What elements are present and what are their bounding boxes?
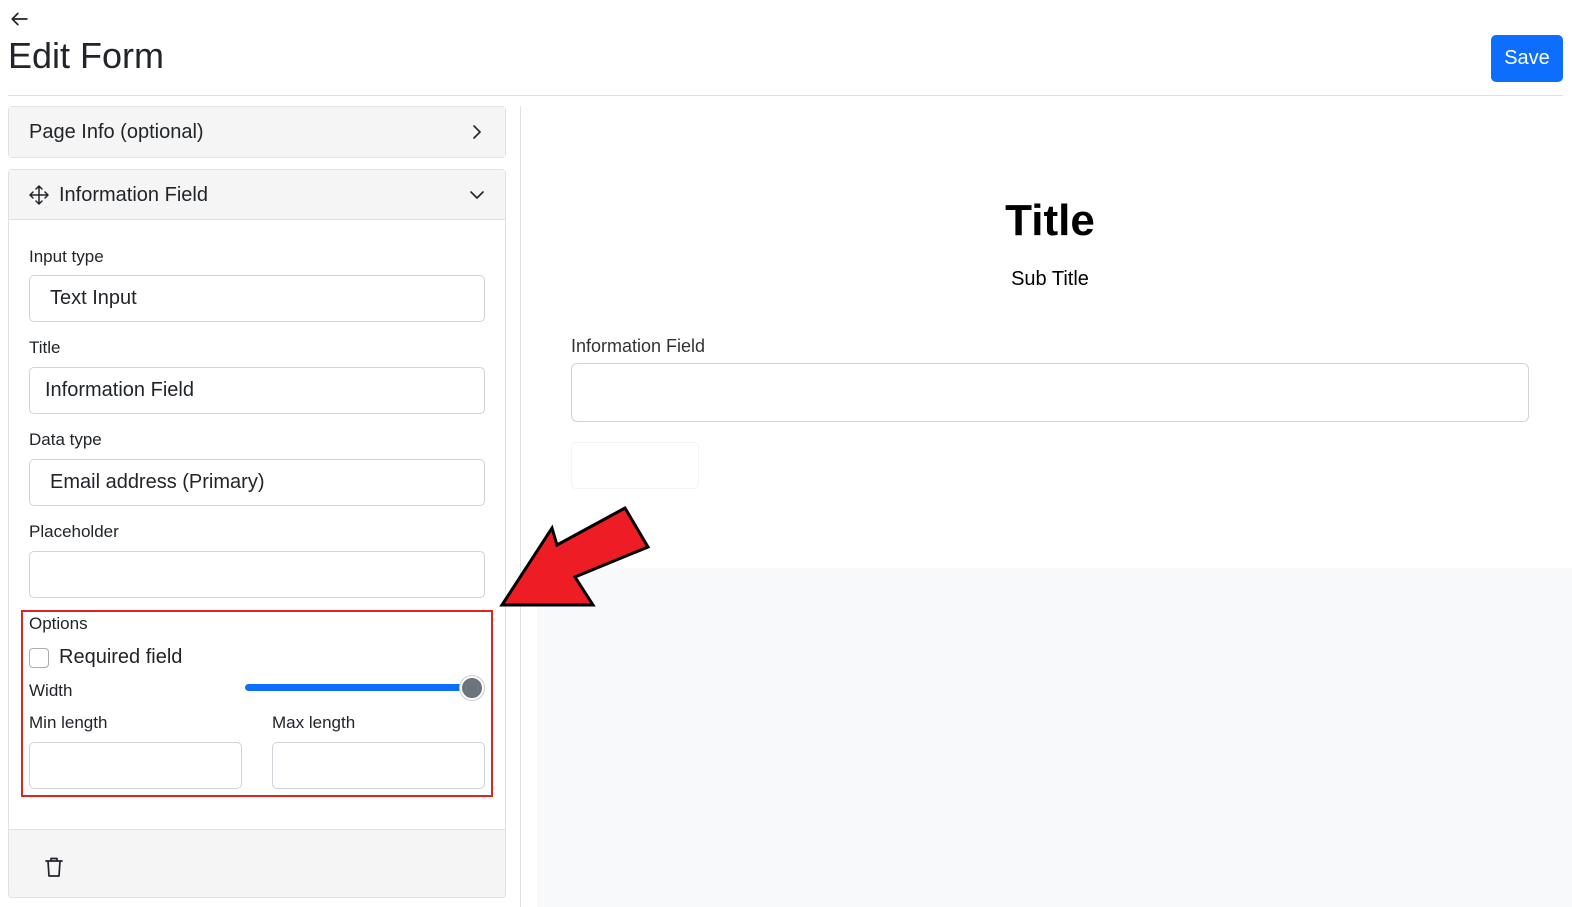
information-field-accordion-header[interactable]: Information Field [9,170,505,220]
annotation-arrow [499,505,651,607]
data-type-label: Data type [29,430,102,449]
title-label: Title [29,338,61,357]
page-info-accordion: Page Info (optional) [8,106,506,158]
required-field-checkbox[interactable] [29,648,49,668]
preview-field-input[interactable] [571,363,1529,422]
save-button[interactable]: Save [1491,35,1563,82]
max-length-input[interactable] [272,742,485,789]
placeholder-input[interactable] [29,551,485,598]
title-input[interactable]: Information Field [29,367,485,414]
preview-title: Title [1005,196,1095,245]
max-length-label: Max length [272,713,356,732]
header-divider [8,95,1563,96]
input-type-label: Input type [29,247,104,266]
input-type-select[interactable]: Text Input [29,275,485,322]
delete-field-button[interactable] [44,856,66,878]
required-field-label: Required field [59,646,183,668]
width-label: Width [29,681,73,700]
page-info-accordion-header[interactable]: Page Info (optional) [9,107,505,157]
width-slider[interactable] [245,684,473,691]
width-slider-thumb[interactable] [460,676,484,700]
page-title: Edit Form [8,35,165,76]
trash-icon [45,857,63,877]
back-button[interactable] [8,8,30,30]
min-length-input[interactable] [29,742,242,789]
chevron-down-icon [469,187,485,203]
preview-background-area [537,568,1572,907]
page-info-label: Page Info (optional) [29,120,204,143]
chevron-right-icon [469,124,485,140]
min-length-label: Min length [29,713,108,732]
field-footer [8,829,506,898]
data-type-select[interactable]: Email address (Primary) [29,459,485,506]
move-icon[interactable] [29,185,49,205]
preview-field-label: Information Field [571,336,706,356]
preview-subtitle: Sub Title [1011,268,1089,290]
arrow-left-icon [11,12,28,26]
options-label: Options [29,614,88,633]
placeholder-label: Placeholder [29,522,119,541]
preview-submit-button[interactable] [571,442,699,489]
information-field-header-label: Information Field [59,183,208,206]
